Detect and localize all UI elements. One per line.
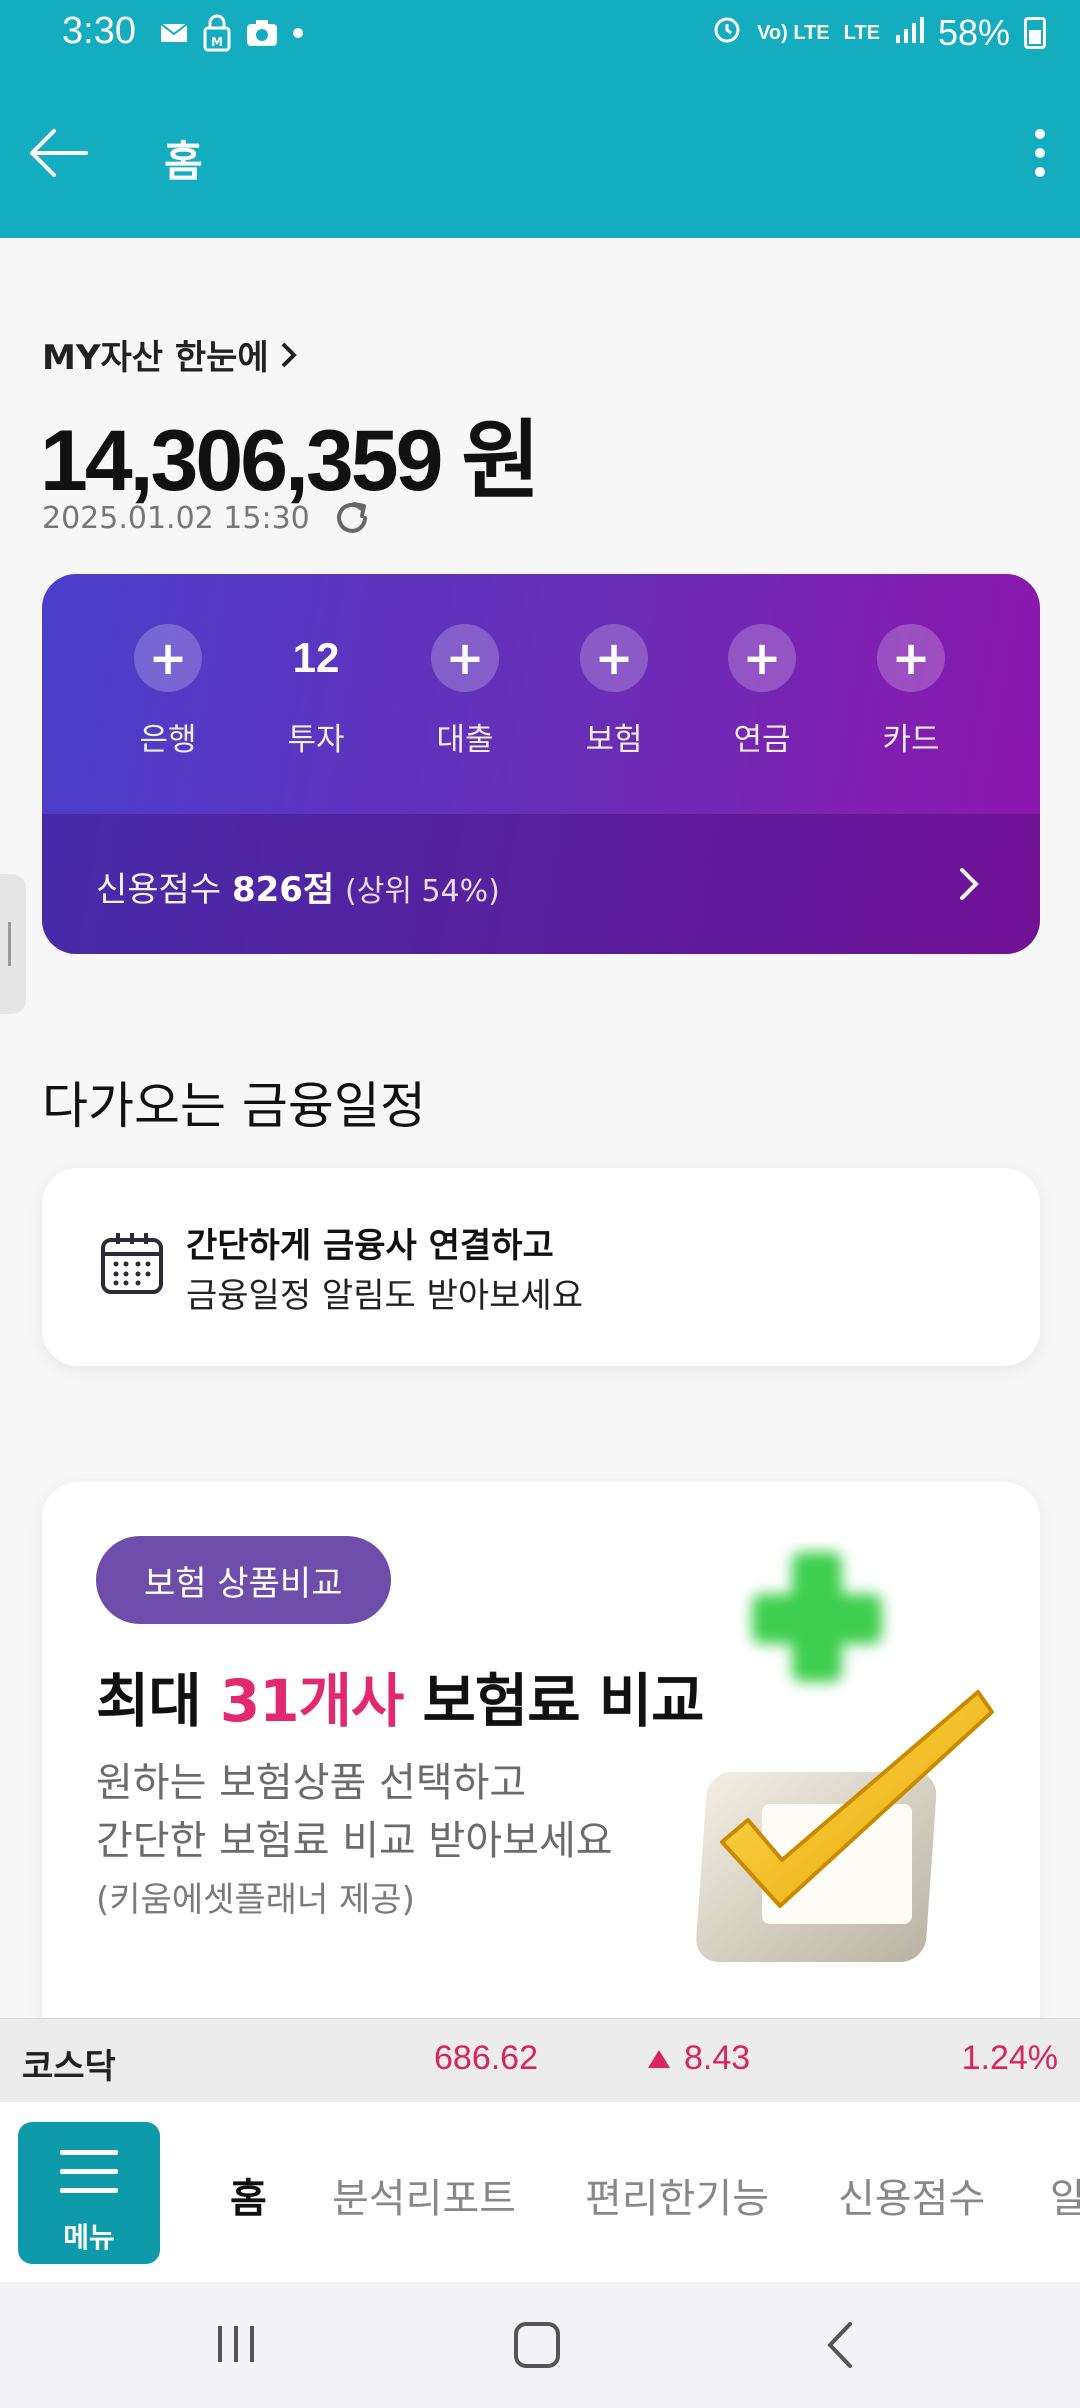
menu-button[interactable]: 메뉴 xyxy=(18,2122,160,2264)
credit-score: 신용점수 826점 (상위 54%) xyxy=(96,862,500,911)
system-navigation-bar xyxy=(0,2282,1080,2408)
headline-suffix: 보험료 비교 xyxy=(403,1667,705,1735)
ticker-change: 8.43 xyxy=(648,2039,750,2078)
tab-home[interactable]: 홈 xyxy=(230,2166,267,2224)
tab-convenient-features[interactable]: 편리한기능 xyxy=(585,2166,769,2224)
asset-categories: + 은행 12 투자 + 대출 + 보험 + 연금 + 카드 xyxy=(42,574,1040,814)
schedule-section-title: 다가오는 금융일정 xyxy=(42,1077,426,1135)
top-band: 3:30 M Vo) LTE LTE 58% 홈 xyxy=(0,0,1080,238)
status-notification-icons: M xyxy=(160,14,304,52)
schedule-card[interactable]: 간단하게 금융사 연결하고 금융일정 알림도 받아보세요 xyxy=(42,1168,1040,1366)
arrow-left-icon[interactable] xyxy=(24,118,94,188)
plus-icon: + xyxy=(728,624,796,692)
chevron-right-icon xyxy=(960,868,979,900)
insurance-badge: 보험 상품비교 xyxy=(96,1536,391,1624)
headline-prefix: 최대 xyxy=(96,1667,220,1735)
ticker-index-name: 코스닥 xyxy=(22,2047,116,2087)
battery-icon xyxy=(1024,17,1046,49)
signal-icon xyxy=(894,12,924,54)
dot-icon xyxy=(292,27,304,39)
plus-icon: + xyxy=(877,624,945,692)
asset-total-amount: 14,306,359 원 xyxy=(40,413,540,509)
credit-rank: (상위 54%) xyxy=(345,874,500,909)
category-pension[interactable]: + 연금 xyxy=(702,624,822,759)
plus-icon: + xyxy=(431,624,499,692)
lock-icon: M xyxy=(202,14,232,52)
category-label: 은행 xyxy=(139,722,197,758)
category-label: 카드 xyxy=(882,722,940,758)
home-nav-icon[interactable] xyxy=(514,2322,560,2368)
svg-text:M: M xyxy=(211,35,223,49)
network-type: LTE xyxy=(843,21,880,44)
status-right: Vo) LTE LTE 58% xyxy=(711,12,1046,54)
category-card[interactable]: + 카드 xyxy=(851,624,971,759)
calendar-icon xyxy=(101,1233,163,1294)
back-nav-icon[interactable] xyxy=(820,2320,860,2370)
insurance-description-2: 간단한 보험료 비교 받아보세요 xyxy=(96,1818,613,1864)
schedule-line-1: 간단하게 금융사 연결하고 xyxy=(186,1226,554,1266)
credit-value: 826점 xyxy=(231,870,335,910)
status-time: 3:30 xyxy=(62,10,136,52)
credit-score-row[interactable]: 신용점수 826점 (상위 54%) xyxy=(42,814,1040,954)
category-bank[interactable]: + 은행 xyxy=(108,624,228,759)
schedule-line-2: 금융일정 알림도 받아보세요 xyxy=(186,1276,583,1316)
chevron-right-icon xyxy=(281,342,297,367)
tab-partial[interactable]: 알 xyxy=(1050,2166,1080,2224)
recent-apps-icon[interactable] xyxy=(214,2322,258,2366)
my-assets-label: MY자산 한눈에 xyxy=(42,338,269,378)
triangle-up-icon xyxy=(648,2049,670,2068)
bottom-tab-bar: 메뉴 홈 분석리포트 편리한기능 신용점수 알 xyxy=(0,2102,1080,2282)
category-label: 투자 xyxy=(287,722,345,758)
plus-icon: + xyxy=(580,624,648,692)
category-investment[interactable]: 12 투자 xyxy=(256,624,376,759)
insurance-provider-note: (키움에셋플래너 제공) xyxy=(96,1880,415,1920)
checkbox-checkmark-illustration xyxy=(696,1552,994,1962)
my-assets-link[interactable]: MY자산 한눈에 xyxy=(42,330,299,379)
category-label: 대출 xyxy=(436,722,494,758)
ticker-index-value: 686.62 xyxy=(434,2039,538,2077)
headline-accent: 31개사 xyxy=(219,1667,404,1735)
insurance-description-1: 원하는 보험상품 선택하고 xyxy=(96,1760,527,1806)
tab-analysis-report[interactable]: 분석리포트 xyxy=(332,2166,516,2224)
asset-updated-time: 2025.01.02 15:30 xyxy=(42,500,310,536)
status-bar: 3:30 M Vo) LTE LTE 58% xyxy=(0,0,1080,70)
plus-icon: + xyxy=(134,624,202,692)
investment-count: 12 xyxy=(292,634,340,681)
category-label: 연금 xyxy=(733,722,791,758)
refresh-icon[interactable] xyxy=(332,498,372,538)
category-loan[interactable]: + 대출 xyxy=(405,624,525,759)
alarm-icon xyxy=(711,12,743,54)
more-vertical-icon[interactable] xyxy=(1020,118,1060,188)
app-bar: 홈 xyxy=(0,100,1080,210)
battery-percent: 58% xyxy=(937,12,1010,53)
asset-summary-card: + 은행 12 투자 + 대출 + 보험 + 연금 + 카드 신용점수 826점… xyxy=(42,574,1040,954)
category-insurance[interactable]: + 보험 xyxy=(554,624,674,759)
mail-icon xyxy=(160,22,188,44)
tab-credit-score[interactable]: 신용점수 xyxy=(838,2166,985,2224)
menu-label: 메뉴 xyxy=(63,2221,115,2254)
ticker-change-percent: 1.24% xyxy=(961,2039,1058,2077)
camera-icon xyxy=(246,19,278,47)
insurance-promo-card[interactable]: 보험 상품비교 최대 31개사 보험료 비교 원하는 보험상품 선택하고 간단한… xyxy=(42,1482,1040,2042)
edge-panel-handle[interactable] xyxy=(0,874,26,1014)
ticker-change-value: 8.43 xyxy=(684,2039,751,2077)
credit-label: 신용점수 xyxy=(96,870,222,910)
asset-updated: 2025.01.02 15:30 xyxy=(42,498,372,538)
category-label: 보험 xyxy=(585,722,643,758)
insurance-headline: 최대 31개사 보험료 비교 xyxy=(96,1654,705,1738)
market-ticker[interactable]: 코스닥 686.62 8.43 1.24% xyxy=(0,2018,1080,2102)
hamburger-icon xyxy=(60,2150,118,2207)
page-title: 홈 xyxy=(164,137,203,186)
volte-indicator: Vo) LTE xyxy=(757,21,830,44)
